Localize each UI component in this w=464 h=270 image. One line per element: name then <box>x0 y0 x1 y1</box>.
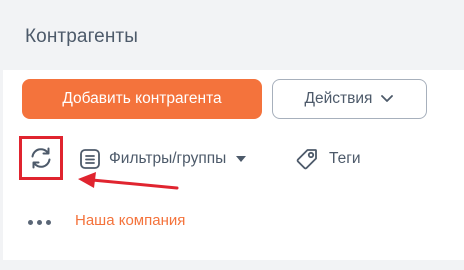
tags-button[interactable]: Теги <box>295 146 361 172</box>
add-counterparty-button[interactable]: Добавить контрагента <box>22 79 262 119</box>
tag-icon <box>296 149 317 170</box>
caret-down-icon <box>236 156 247 162</box>
actions-label: Действия <box>304 90 373 107</box>
list-icon <box>80 149 100 169</box>
chevron-down-icon <box>381 95 394 102</box>
tags-label: Теги <box>329 150 361 167</box>
more-dots-icon[interactable] <box>28 213 56 231</box>
filters-groups-label: Фильтры/группы <box>109 150 227 167</box>
page-title: Контрагенты <box>25 26 138 47</box>
filters-groups-dropdown[interactable]: Фильтры/группы <box>79 146 247 172</box>
add-counterparty-label: Добавить контрагента <box>62 90 222 107</box>
refresh-button[interactable] <box>19 136 63 180</box>
actions-dropdown-button[interactable]: Действия <box>272 79 427 119</box>
list-item-company-link[interactable]: Наша компания <box>75 212 185 229</box>
refresh-icon <box>31 147 51 169</box>
